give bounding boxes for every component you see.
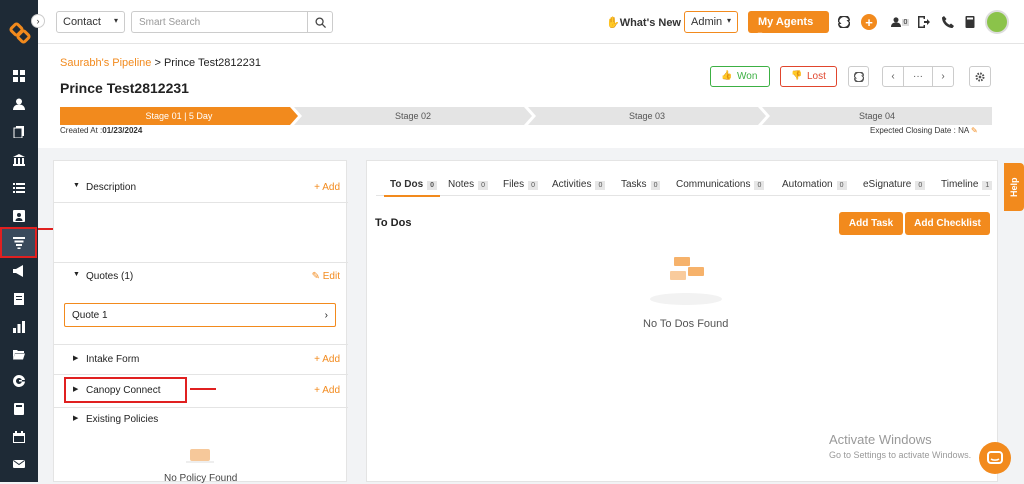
thumbs-up-icon: 👍 [721, 70, 733, 80]
search-input[interactable]: Smart Search [131, 11, 307, 33]
stage-2[interactable]: Stage 02 [294, 107, 532, 125]
chevron-right-icon: › [941, 71, 945, 82]
refresh-button[interactable] [848, 66, 869, 87]
add-checklist-button[interactable]: Add Checklist [905, 212, 990, 235]
no-policy-message: No Policy Found [164, 473, 238, 484]
avatar[interactable] [985, 10, 1009, 34]
thumbs-down-icon: 👎 [791, 70, 803, 80]
hand-icon: ✋ [606, 17, 620, 29]
tab-timeline[interactable]: Timeline 1 [941, 179, 993, 190]
stage-progress: Stage 01 | 5 Day Stage 02 Stage 03 Stage… [60, 107, 992, 125]
annotation-arrow [190, 388, 216, 390]
windows-activation-watermark: Activate Windows Go to Settings to activ… [829, 432, 972, 460]
chat-button[interactable] [979, 442, 1011, 474]
topbar: Contact ▾ Smart Search ✋What's New Admin… [38, 0, 1024, 44]
description-add-button[interactable]: + Add [314, 182, 340, 193]
empty-todos-illustration-icon [648, 251, 724, 305]
calculator-icon[interactable] [0, 398, 38, 420]
chat-icon [987, 451, 1003, 464]
caret-right-icon: ▶ [73, 415, 79, 422]
refresh-icon[interactable] [837, 15, 851, 29]
contact-select[interactable]: Contact ▾ [56, 11, 125, 33]
active-tab-indicator [384, 195, 440, 197]
stage-4[interactable]: Stage 04 [762, 107, 992, 125]
bank-icon[interactable] [0, 149, 38, 171]
deal-header: Saurabh's Pipeline > Prince Test2812231 … [38, 44, 1024, 148]
lost-button[interactable]: 👎 Lost [780, 66, 837, 87]
calculator-icon[interactable] [963, 15, 977, 29]
mail-icon[interactable] [0, 453, 38, 475]
megaphone-icon[interactable] [0, 260, 38, 282]
expected-closing-date: Expected Closing Date : NA ✎ [870, 126, 978, 135]
won-button[interactable]: 👍 Won [710, 66, 770, 87]
add-task-button[interactable]: Add Task [839, 212, 903, 235]
tab-esignature[interactable]: eSignature 0 [863, 179, 926, 190]
caret-down-icon: ▼ [73, 271, 80, 278]
pencil-icon: ✎ [311, 271, 320, 282]
sidebar [0, 0, 38, 482]
next-deal-button[interactable]: › [932, 66, 954, 87]
breadcrumb-pipeline-link[interactable]: Saurabh's Pipeline [60, 57, 151, 69]
tab-communications[interactable]: Communications 0 [676, 179, 765, 190]
intake-form-add-button[interactable]: + Add [314, 354, 340, 365]
tab-activities[interactable]: Activities 0 [552, 179, 606, 190]
pipeline-filter-icon[interactable] [0, 227, 37, 258]
contact-card-icon[interactable] [0, 205, 38, 227]
tab-tasks[interactable]: Tasks 0 [621, 179, 661, 190]
more-options-button[interactable]: ··· [903, 66, 933, 87]
highlight-box [64, 377, 187, 403]
chevron-left-icon: ‹ [891, 71, 895, 82]
admin-select[interactable]: Admin ▾ [684, 11, 738, 33]
no-todos-message: No To Dos Found [643, 318, 729, 330]
help-tab[interactable]: Help [1004, 163, 1024, 211]
prev-deal-button[interactable]: ‹ [882, 66, 904, 87]
quotes-edit-button[interactable]: ✎ Edit [312, 271, 340, 282]
logout-icon[interactable] [917, 15, 931, 29]
contacts-icon[interactable] [0, 93, 38, 115]
dashboard-icon[interactable] [0, 65, 38, 87]
folder-open-icon[interactable] [0, 343, 38, 365]
canopy-connect-add-button[interactable]: + Add [314, 385, 340, 396]
tab-to-dos[interactable]: To Dos 0 [390, 179, 438, 190]
caret-right-icon: ▶ [73, 355, 79, 362]
tab-automation[interactable]: Automation 0 [782, 179, 847, 190]
my-agents-button[interactable]: My Agents ▾ [748, 11, 829, 39]
breadcrumb: Saurabh's Pipeline > Prince Test2812231 [60, 57, 261, 69]
gear-icon [975, 72, 985, 81]
tab-files[interactable]: Files 0 [503, 179, 539, 190]
quote-item[interactable]: Quote 1 › [64, 303, 336, 327]
left-panel: ▼ Description + Add ▼ Quotes (1) ✎ Edit … [53, 160, 348, 484]
whats-new-link[interactable]: ✋What's New [606, 16, 681, 29]
settings-button[interactable] [969, 66, 991, 87]
google-icon[interactable] [0, 370, 38, 392]
created-at: Created At :01/23/2024 [60, 126, 143, 135]
calendar-icon[interactable] [0, 426, 38, 448]
page-title: Prince Test2812231 [60, 80, 189, 96]
tab-notes[interactable]: Notes 0 [448, 179, 489, 190]
pencil-icon[interactable]: ✎ [971, 126, 978, 135]
add-new-icon[interactable]: + [861, 14, 877, 30]
reports-chart-icon[interactable] [0, 316, 38, 338]
app-logo-icon[interactable] [9, 22, 31, 44]
documents-icon[interactable] [0, 121, 38, 143]
todos-heading: To Dos [375, 217, 412, 229]
user-notification-icon[interactable]: 0 [889, 15, 911, 29]
chevron-right-icon: › [324, 310, 328, 321]
list-icon[interactable] [0, 177, 38, 199]
stage-3[interactable]: Stage 03 [528, 107, 766, 125]
tab-bar: To Dos 0 Notes 0 Files 0 Activities 0 Tasks 0… [376, 171, 993, 197]
empty-policy-illustration-icon [186, 445, 214, 465]
document-icon[interactable] [0, 288, 38, 310]
refresh-icon [853, 71, 864, 82]
caret-down-icon: ▼ [73, 182, 80, 189]
phone-icon[interactable] [941, 15, 955, 29]
sidebar-collapse-button[interactable]: › [31, 14, 45, 28]
stage-1[interactable]: Stage 01 | 5 Day [60, 107, 298, 125]
search-button[interactable] [307, 11, 333, 33]
search-icon [314, 16, 326, 28]
